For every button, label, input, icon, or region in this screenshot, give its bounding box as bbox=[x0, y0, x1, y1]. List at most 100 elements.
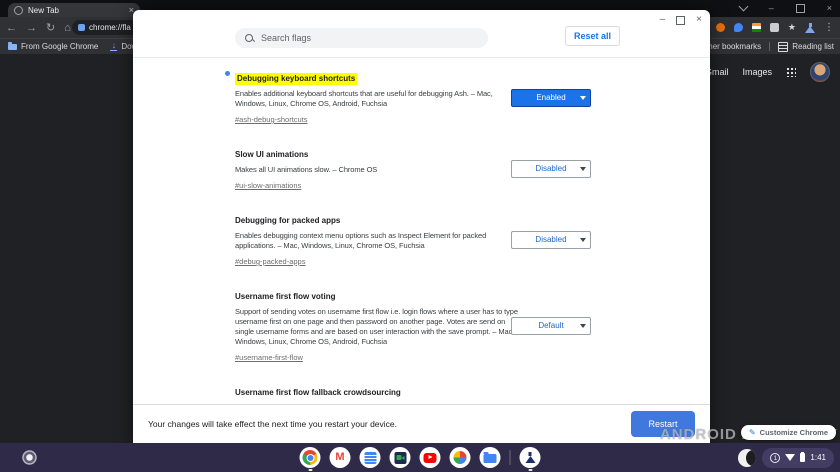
tab-new-tab[interactable]: New Tab × bbox=[8, 3, 140, 17]
flag-dropdown[interactable]: Disabled bbox=[511, 160, 591, 178]
chevron-down-icon[interactable] bbox=[738, 2, 748, 12]
flags-window: – × Search flags Reset all Debugging key… bbox=[133, 10, 710, 443]
url-text: chrome://fla bbox=[89, 23, 131, 32]
running-indicator bbox=[528, 469, 532, 471]
ntp-header-links: Gmail Images bbox=[705, 62, 830, 82]
dropdown-arrow-icon bbox=[580, 238, 586, 242]
lab-flask-app-icon[interactable] bbox=[520, 447, 541, 468]
files-icon bbox=[484, 454, 497, 463]
flag-dropdown[interactable]: Default bbox=[511, 317, 591, 335]
meet-icon bbox=[394, 452, 406, 464]
flag-title: Debugging for packed apps bbox=[235, 216, 340, 226]
bookmark-from-google-chrome[interactable]: From Google Chrome bbox=[8, 42, 98, 51]
flag-description: Support of sending votes on username fir… bbox=[235, 307, 520, 347]
dropdown-arrow-icon bbox=[580, 167, 586, 171]
flag-row: Slow UI animations Makes all UI animatio… bbox=[235, 144, 601, 193]
flag-title: Username first flow voting bbox=[235, 292, 335, 302]
flag-permalink[interactable]: #username-first-flow bbox=[235, 353, 303, 362]
search-input[interactable]: Search flags bbox=[235, 28, 488, 48]
images-link[interactable]: Images bbox=[742, 67, 772, 77]
gmail-app-icon[interactable]: M bbox=[330, 447, 351, 468]
home-icon[interactable]: ⌂ bbox=[64, 22, 71, 34]
files-app-icon[interactable] bbox=[480, 447, 501, 468]
extension-icon[interactable] bbox=[716, 23, 725, 32]
clock: 1:41 bbox=[810, 453, 826, 462]
flag-row: Debugging keyboard shortcuts Enables add… bbox=[235, 68, 601, 127]
running-indicator bbox=[308, 469, 312, 471]
download-icon: ↓ bbox=[110, 42, 117, 51]
flag-permalink[interactable]: #ash-debug-shortcuts bbox=[235, 115, 308, 124]
flag-row: Debugging for packed apps Enables debugg… bbox=[235, 210, 601, 269]
screen: New Tab × – × ← → ↻ ⌂ chrome://fla ★ bbox=[0, 0, 840, 472]
search-icon bbox=[245, 34, 254, 43]
reload-icon[interactable]: ↻ bbox=[46, 21, 55, 34]
dropdown-arrow-icon bbox=[580, 96, 586, 100]
status-avatar[interactable] bbox=[738, 449, 756, 467]
search-placeholder: Search flags bbox=[261, 33, 311, 43]
customize-chrome-button[interactable]: ✎ Customize Chrome bbox=[741, 425, 836, 440]
flag-title: Username first flow fallback crowdsourci… bbox=[235, 388, 401, 398]
browser-menu-icon[interactable]: ⋮ bbox=[824, 23, 834, 33]
browser-close-button[interactable]: × bbox=[827, 4, 832, 13]
photos-app-icon[interactable] bbox=[450, 447, 471, 468]
shelf: M 1 bbox=[0, 443, 840, 472]
launcher-button[interactable] bbox=[22, 450, 37, 465]
youtube-app-icon[interactable] bbox=[420, 447, 441, 468]
profile-avatar[interactable] bbox=[810, 62, 830, 82]
docs-app-icon[interactable] bbox=[360, 447, 381, 468]
flag-title: Debugging keyboard shortcuts bbox=[235, 73, 357, 85]
google-apps-grid-icon[interactable] bbox=[786, 67, 796, 77]
bookmark-downloads[interactable]: ↓ Downloads bbox=[110, 42, 133, 51]
flags-header: Search flags Reset all bbox=[133, 10, 710, 58]
extension-icon[interactable] bbox=[734, 23, 743, 32]
shelf-separator bbox=[510, 450, 511, 465]
site-icon bbox=[78, 24, 85, 31]
back-icon[interactable]: ← bbox=[6, 22, 17, 34]
reset-all-button[interactable]: Reset all bbox=[565, 26, 620, 46]
extension-icon[interactable] bbox=[752, 23, 761, 32]
youtube-icon bbox=[424, 453, 437, 463]
flag-row: Username first flow voting Support of se… bbox=[235, 286, 601, 365]
folder-icon bbox=[8, 44, 17, 50]
chrome-app-icon[interactable] bbox=[300, 447, 321, 468]
divider bbox=[769, 42, 770, 51]
gmail-icon: M bbox=[335, 452, 344, 463]
status-area: 1 1:41 bbox=[738, 447, 834, 468]
meet-app-icon[interactable] bbox=[390, 447, 411, 468]
flag-description: Enables additional keyboard shortcuts th… bbox=[235, 89, 520, 109]
reading-list-icon bbox=[778, 42, 788, 52]
flag-permalink[interactable]: #debug-packed-apps bbox=[235, 257, 305, 266]
flag-description: Enables debugging context menu options s… bbox=[235, 231, 520, 251]
browser-maximize-button[interactable] bbox=[796, 4, 805, 13]
dropdown-arrow-icon bbox=[580, 324, 586, 328]
flag-dropdown[interactable]: Disabled bbox=[511, 231, 591, 249]
restart-notice: Your changes will take effect the next t… bbox=[148, 419, 397, 429]
extensions-puzzle-icon[interactable]: ★ bbox=[788, 23, 796, 32]
forward-icon[interactable]: → bbox=[26, 22, 37, 34]
extension-icon[interactable] bbox=[770, 23, 779, 32]
tab-favicon-icon bbox=[14, 6, 23, 15]
notification-count-badge: 1 bbox=[770, 453, 780, 463]
shelf-apps: M bbox=[300, 443, 541, 472]
flag-description: Makes all UI animations slow. – Chrome O… bbox=[235, 165, 520, 175]
photos-icon bbox=[454, 451, 467, 464]
battery-icon bbox=[800, 453, 805, 462]
reading-list-button[interactable]: Reading list bbox=[778, 42, 834, 52]
browser-minimize-button[interactable]: – bbox=[769, 4, 774, 13]
system-tray[interactable]: 1 1:41 bbox=[762, 448, 834, 468]
flag-title: Slow UI animations bbox=[235, 150, 308, 160]
enabled-indicator-dot bbox=[225, 71, 230, 76]
pencil-icon: ✎ bbox=[749, 429, 756, 437]
wifi-icon bbox=[785, 454, 795, 461]
extensions-row: ★ ⋮ bbox=[698, 17, 834, 38]
flag-permalink[interactable]: #ui-slow-animations bbox=[235, 181, 301, 190]
tab-title: New Tab bbox=[28, 6, 124, 15]
labs-beaker-icon[interactable] bbox=[805, 23, 815, 33]
docs-icon bbox=[364, 452, 376, 464]
flask-icon bbox=[525, 452, 536, 463]
browser-window-controls: – × bbox=[740, 1, 832, 15]
restart-bar: Your changes will take effect the next t… bbox=[133, 404, 710, 443]
flag-dropdown[interactable]: Enabled bbox=[511, 89, 591, 107]
flags-list: Debugging keyboard shortcuts Enables add… bbox=[235, 58, 710, 405]
chrome-icon bbox=[303, 450, 318, 465]
